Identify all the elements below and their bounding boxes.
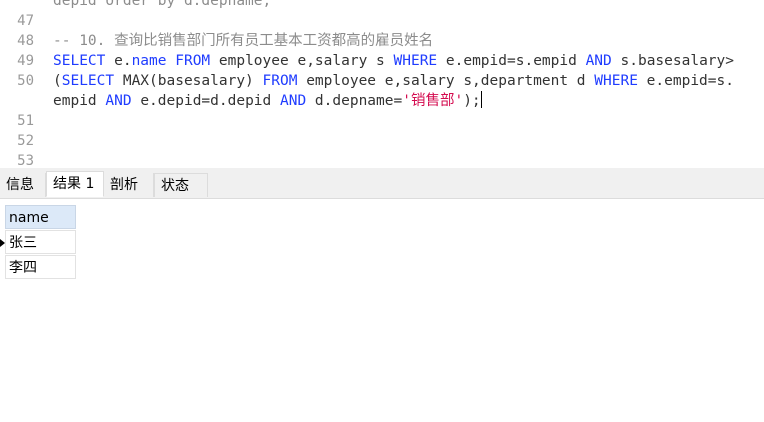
tab-status[interactable]: 状态 <box>154 173 208 197</box>
code-line[interactable]: 47 <box>0 11 764 31</box>
code-line[interactable]: 49 SELECT e.name FROM employee e,salary s… <box>0 51 764 71</box>
sql-keyword: WHERE <box>594 73 647 89</box>
line-number: 49 <box>17 53 34 69</box>
sql-token: e. <box>114 53 132 69</box>
table-cell[interactable]: 李四 <box>5 255 76 279</box>
sql-keyword: WHERE <box>393 53 446 69</box>
code-line[interactable]: empid AND e.depid=d.depid AND d.depname=… <box>0 91 764 111</box>
code-text: depid order by d.depname; <box>53 0 271 11</box>
sql-token: d.depname= <box>314 93 403 109</box>
sql-comment: -- 10. 查询比销售部门所有员工基本工资都高的雇员姓名 <box>53 33 434 49</box>
sql-keyword: FROM <box>175 53 219 69</box>
sql-token: employee e,salary s <box>218 53 394 69</box>
result-tabbar: 信息 结果 1 剖析 状态 <box>0 168 764 199</box>
text-cursor <box>480 91 482 108</box>
line-number: 47 <box>17 13 34 29</box>
sql-keyword: name <box>131 53 176 69</box>
line-number: 50 <box>17 73 34 89</box>
sql-keyword: AND <box>105 93 141 109</box>
sql-token: empid <box>53 93 106 109</box>
code-line[interactable]: 52 <box>0 131 764 151</box>
sql-token: e.empid=s. <box>646 73 734 89</box>
line-number: 48 <box>17 33 34 49</box>
sql-keyword: AND <box>280 93 315 109</box>
tab-profile[interactable]: 剖析 <box>104 173 154 197</box>
code-text: -- 10. 查询比销售部门所有员工基本工资都高的雇员姓名 <box>53 31 433 51</box>
sql-comment: depid order by d.depname; <box>53 0 272 9</box>
sql-token: e.empid=s.empid <box>445 53 586 69</box>
code-text: (SELECT MAX(basesalary) FROM employee e,… <box>53 71 734 91</box>
code-line[interactable]: 48 -- 10. 查询比销售部门所有员工基本工资都高的雇员姓名 <box>0 31 764 51</box>
column-header-name[interactable]: name <box>5 205 76 229</box>
sql-token: ( <box>53 73 62 89</box>
sql-token: s.basesalary> <box>620 53 735 69</box>
sql-keyword: SELECT <box>53 53 115 69</box>
tab-info[interactable]: 信息 <box>0 173 46 197</box>
sql-string: '销售部' <box>402 93 464 109</box>
line-number: 51 <box>17 113 34 129</box>
code-text: SELECT e.name FROM employee e,salary s W… <box>53 51 734 71</box>
code-line[interactable]: 50 (SELECT MAX(basesalary) FROM employee … <box>0 71 764 91</box>
sql-token: ); <box>463 93 481 109</box>
sql-editor[interactable]: depid order by d.depname; 47 48 -- 10. 查询比销… <box>0 0 764 166</box>
sql-keyword: SELECT <box>61 73 123 89</box>
tab-result-1[interactable]: 结果 1 <box>46 171 104 197</box>
sql-token: e.depid=d.depid <box>140 93 280 109</box>
line-number: 53 <box>17 153 34 166</box>
sql-token: employee e,salary s,department d <box>306 73 595 89</box>
table-cell[interactable]: 张三 <box>5 230 76 254</box>
code-line[interactable]: 51 <box>0 111 764 131</box>
sql-token: MAX(basesalary) <box>122 73 263 89</box>
sql-keyword: FROM <box>262 73 307 89</box>
sql-keyword: AND <box>585 53 621 69</box>
code-line[interactable]: depid order by d.depname; <box>0 0 764 11</box>
code-text: empid AND e.depid=d.depid AND d.depname=… <box>53 91 482 111</box>
code-line[interactable]: 53 <box>0 151 764 166</box>
line-number: 52 <box>17 133 34 149</box>
